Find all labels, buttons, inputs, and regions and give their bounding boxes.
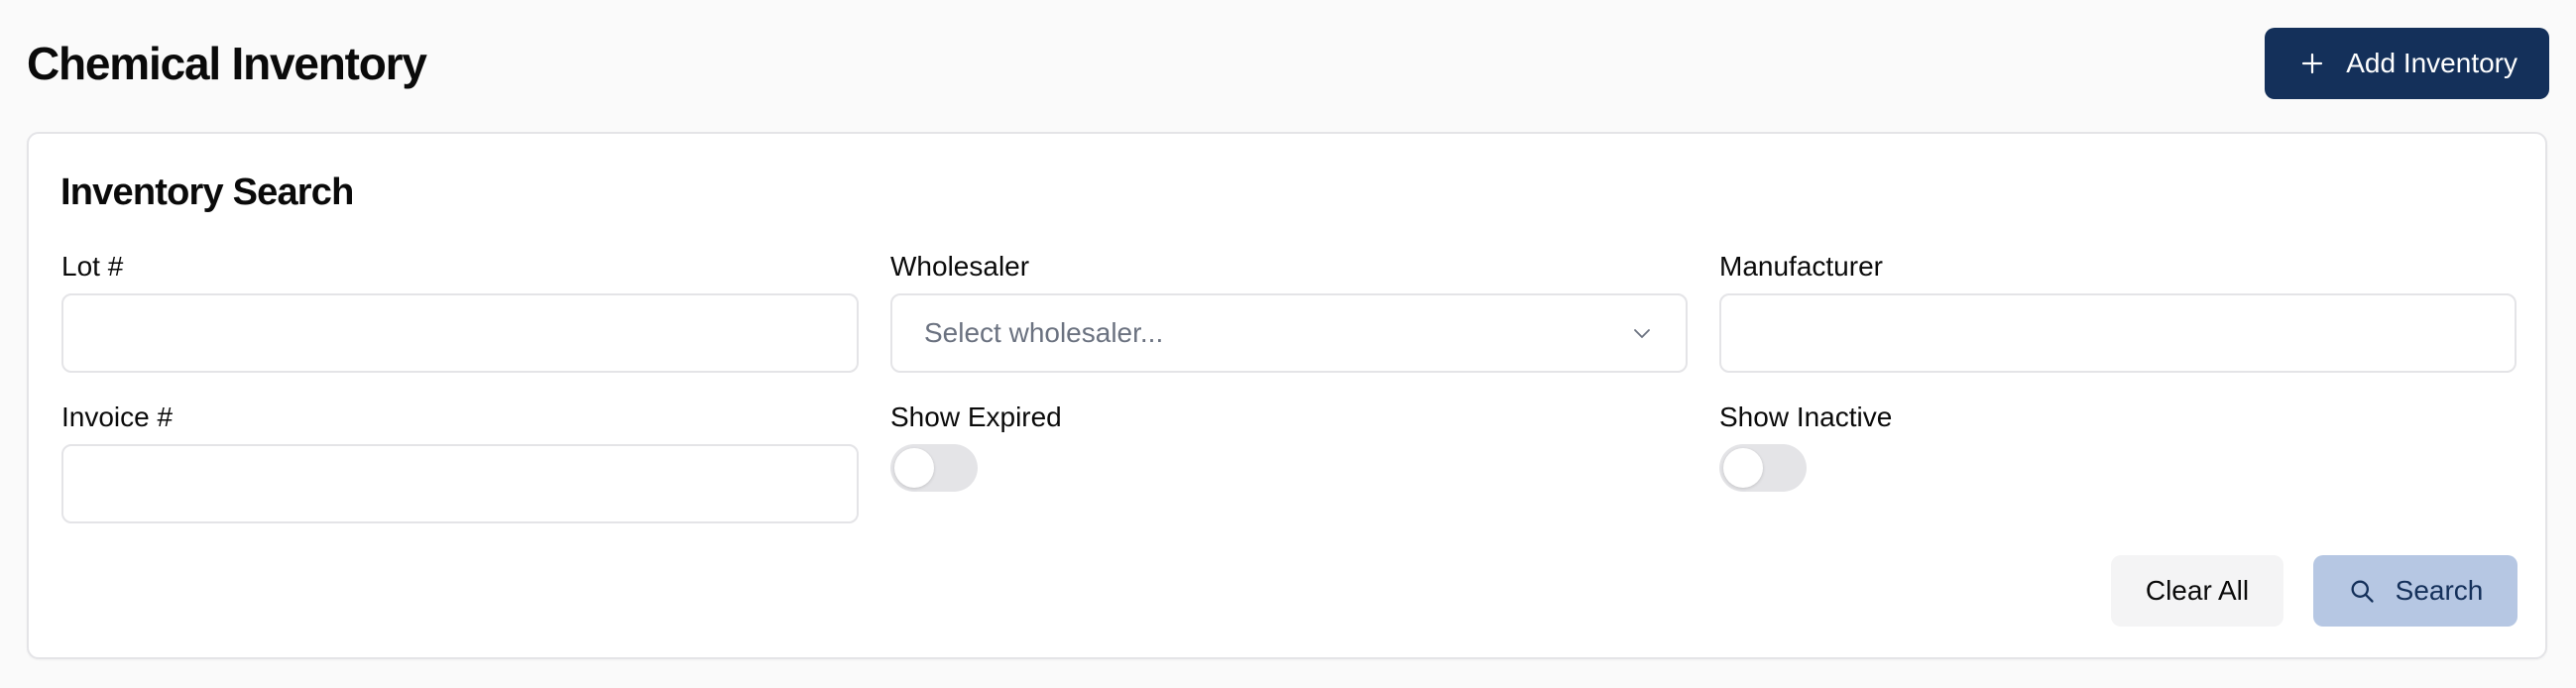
lot-input[interactable] <box>61 293 859 373</box>
show-expired-label: Show Expired <box>890 401 1062 432</box>
invoice-label: Invoice # <box>61 401 174 432</box>
clear-all-button[interactable]: Clear All <box>2111 555 2283 627</box>
toggle-knob <box>1723 448 1763 488</box>
toggle-knob <box>894 448 934 488</box>
page-title: Chemical Inventory <box>27 38 427 89</box>
show-inactive-toggle[interactable] <box>1719 444 1807 492</box>
chemical-inventory-page: Chemical Inventory Add Inventory Invento… <box>0 0 2576 688</box>
wholesaler-placeholder: Select wholesaler... <box>924 317 1164 348</box>
lot-label: Lot # <box>61 251 124 282</box>
show-expired-toggle[interactable] <box>890 444 978 492</box>
card-title: Inventory Search <box>60 172 354 213</box>
manufacturer-input[interactable] <box>1719 293 2517 373</box>
page-header: Chemical Inventory Add Inventory <box>27 28 2549 99</box>
wholesaler-select[interactable]: Select wholesaler... <box>890 293 1688 373</box>
search-icon <box>2351 580 2374 603</box>
show-inactive-label: Show Inactive <box>1719 401 1893 432</box>
add-inventory-button[interactable]: Add Inventory <box>2265 28 2549 99</box>
search-button[interactable]: Search <box>2313 555 2517 627</box>
chevron-down-icon <box>1634 329 1650 338</box>
manufacturer-label: Manufacturer <box>1719 251 1883 282</box>
invoice-input[interactable] <box>61 444 859 523</box>
inventory-search-card: Inventory Search Lot # Wholesaler Select… <box>27 132 2547 659</box>
wholesaler-label: Wholesaler <box>890 251 1030 282</box>
plus-icon <box>2302 53 2323 74</box>
add-inventory-label: Add Inventory <box>2346 48 2517 78</box>
search-label: Search <box>2395 575 2484 606</box>
